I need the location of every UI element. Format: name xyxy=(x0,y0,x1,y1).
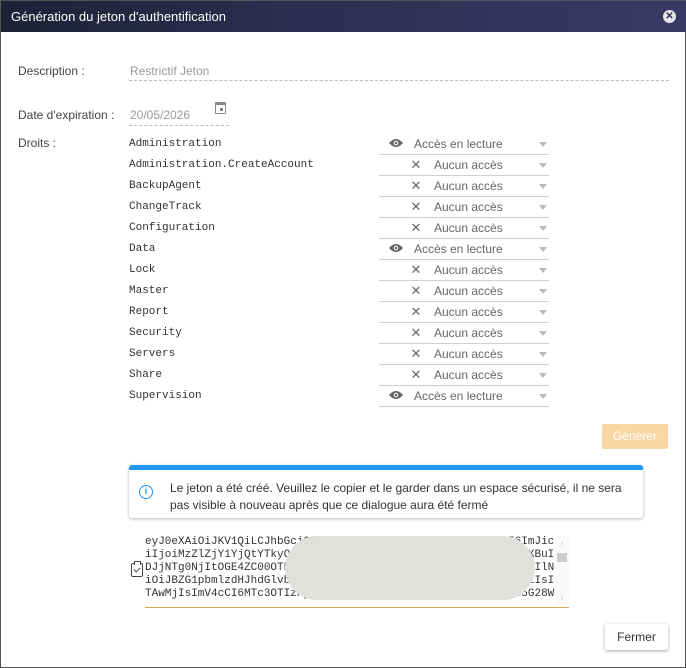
right-name: Share xyxy=(129,369,163,381)
right-name: Administration.CreateAccount xyxy=(129,159,314,171)
expiration-input[interactable]: 20/05/2026 xyxy=(130,108,190,122)
right-name: Supervision xyxy=(129,390,202,402)
right-name: Report xyxy=(129,306,169,318)
right-name: Master xyxy=(129,285,169,297)
description-underline xyxy=(129,80,669,81)
access-label: Aucun accès xyxy=(434,326,503,340)
eye-icon xyxy=(388,137,404,151)
x-icon: ✕ xyxy=(410,157,422,172)
access-label: Aucun accès xyxy=(434,347,503,361)
expiration-label: Date d'expiration : xyxy=(18,108,115,122)
chevron-down-icon xyxy=(539,184,547,189)
rights-label: Droits : xyxy=(18,136,57,150)
right-name: Lock xyxy=(129,264,156,276)
copy-clipboard-icon[interactable] xyxy=(131,561,143,577)
info-alert: i Le jeton a été créé. Veuillez le copie… xyxy=(129,465,643,518)
chevron-down-icon xyxy=(539,394,547,399)
chevron-down-icon xyxy=(539,205,547,210)
access-select[interactable]: ✕ Aucun accès xyxy=(379,156,549,176)
x-icon: ✕ xyxy=(410,283,422,298)
right-name: Security xyxy=(129,327,182,339)
chevron-down-icon xyxy=(539,373,547,378)
close-button[interactable]: Fermer xyxy=(605,624,668,650)
expiration-underline xyxy=(129,125,229,126)
x-icon: ✕ xyxy=(410,262,422,277)
right-name: Servers xyxy=(129,348,176,360)
access-label: Aucun accès xyxy=(434,305,503,319)
scroll-up-icon[interactable]: ↑ xyxy=(557,539,567,549)
access-select[interactable]: ✕ Aucun accès xyxy=(379,219,549,239)
description-label: Description : xyxy=(18,64,85,78)
right-name: ChangeTrack xyxy=(129,201,202,213)
eye-icon xyxy=(388,389,404,403)
access-select[interactable]: ✕ Aucun accès xyxy=(379,282,549,302)
description-input[interactable]: Restrictif Jeton xyxy=(130,64,209,78)
access-select[interactable]: ✕ Aucun accès xyxy=(379,324,549,344)
x-icon: ✕ xyxy=(410,367,422,382)
info-icon: i xyxy=(139,485,153,499)
x-icon: ✕ xyxy=(410,325,422,340)
info-message: Le jeton a été créé. Veuillez le copier … xyxy=(170,481,622,512)
calendar-icon[interactable] xyxy=(215,102,226,114)
access-label: Aucun accès xyxy=(434,368,503,382)
token-dialog: Génération du jeton d'authentification ✕… xyxy=(0,0,686,668)
access-select[interactable]: Accès en lecture xyxy=(379,135,549,155)
scroll-thumb[interactable] xyxy=(557,553,567,562)
x-icon: ✕ xyxy=(410,304,422,319)
token-textarea[interactable]: eyJ0eXAiOiJKV1QiLCJhbGciOiJSUzI1NiJ9.eyJ… xyxy=(145,536,569,608)
access-label: Accès en lecture xyxy=(414,137,503,151)
chevron-down-icon xyxy=(539,331,547,336)
access-label: Aucun accès xyxy=(434,179,503,193)
access-select[interactable]: ✕ Aucun accès xyxy=(379,261,549,281)
eye-icon xyxy=(388,242,404,256)
chevron-down-icon xyxy=(539,163,547,168)
right-name: Administration xyxy=(129,138,222,150)
access-label: Aucun accès xyxy=(434,263,503,277)
access-select[interactable]: ✕ Aucun accès xyxy=(379,345,549,365)
access-label: Aucun accès xyxy=(434,221,503,235)
right-name: Data xyxy=(129,243,156,255)
x-icon: ✕ xyxy=(410,199,422,214)
chevron-down-icon xyxy=(539,226,547,231)
x-icon: ✕ xyxy=(410,346,422,361)
access-label: Aucun accès xyxy=(434,158,503,172)
x-icon: ✕ xyxy=(410,178,422,193)
generate-button[interactable]: Générer xyxy=(602,424,668,449)
access-select[interactable]: Accès en lecture xyxy=(379,387,549,407)
access-label: Accès en lecture xyxy=(414,389,503,403)
access-label: Accès en lecture xyxy=(414,242,503,256)
chevron-down-icon xyxy=(539,352,547,357)
chevron-down-icon xyxy=(539,268,547,273)
chevron-down-icon xyxy=(539,289,547,294)
dialog-title: Génération du jeton d'authentification xyxy=(11,9,226,24)
access-select[interactable]: Accès en lecture xyxy=(379,240,549,260)
redaction-overlay xyxy=(285,536,535,600)
access-select[interactable]: ✕ Aucun accès xyxy=(379,303,549,323)
chevron-down-icon xyxy=(539,142,547,147)
scroll-down-icon[interactable]: ↓ xyxy=(557,592,567,602)
access-label: Aucun accès xyxy=(434,200,503,214)
access-select[interactable]: ✕ Aucun accès xyxy=(379,177,549,197)
x-icon: ✕ xyxy=(410,220,422,235)
right-name: Configuration xyxy=(129,222,215,234)
access-select[interactable]: ✕ Aucun accès xyxy=(379,198,549,218)
chevron-down-icon xyxy=(539,310,547,315)
access-label: Aucun accès xyxy=(434,284,503,298)
dialog-titlebar: Génération du jeton d'authentification xyxy=(1,1,686,32)
chevron-down-icon xyxy=(539,247,547,252)
access-select[interactable]: ✕ Aucun accès xyxy=(379,366,549,386)
right-name: BackupAgent xyxy=(129,180,202,192)
close-icon[interactable]: ✕ xyxy=(663,10,676,23)
token-scrollbar[interactable]: ↑ ↓ xyxy=(555,536,569,604)
